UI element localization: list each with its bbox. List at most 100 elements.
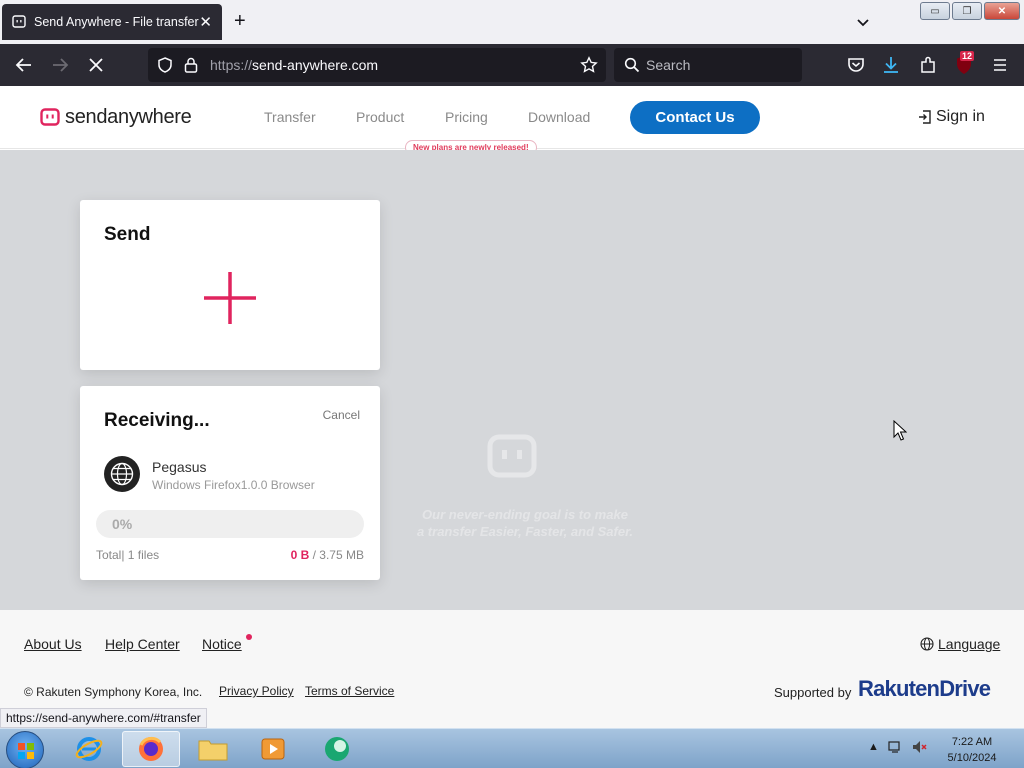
notice-link[interactable]: Notice xyxy=(202,636,242,652)
terms-of-service-link[interactable]: Terms of Service xyxy=(305,684,394,698)
windows-taskbar: ▲ 7:22 AM 5/10/2024 xyxy=(0,728,1024,768)
globe-icon xyxy=(110,462,134,486)
send-card[interactable]: Send xyxy=(80,200,380,370)
slogan-line-1: Our never-ending goal is to make xyxy=(422,507,628,522)
sender-name: Pegasus xyxy=(152,459,207,475)
taskbar-app-green[interactable] xyxy=(308,731,366,767)
link-status-url: https://send-anywhere.com/#transfer xyxy=(0,708,207,728)
taskbar-file-explorer[interactable] xyxy=(184,731,242,767)
logo-send-word: send xyxy=(65,106,108,128)
show-hidden-icons-arrow-icon[interactable]: ▲ xyxy=(868,741,879,753)
bookmark-star-icon[interactable] xyxy=(580,56,598,74)
search-placeholder: Search xyxy=(646,57,691,73)
stop-loading-icon[interactable] xyxy=(85,54,107,76)
url-scheme: https:// xyxy=(210,57,253,73)
folder-icon xyxy=(198,740,228,761)
sign-in-icon xyxy=(919,110,931,124)
progress-percent: 0% xyxy=(112,516,133,532)
taskbar-firefox[interactable] xyxy=(122,731,180,767)
extension-badge: 12 xyxy=(960,51,975,61)
start-button[interactable] xyxy=(6,731,44,768)
search-bar[interactable]: Search xyxy=(614,48,802,82)
mouse-cursor-icon xyxy=(893,420,907,441)
copyright: © Rakuten Symphony Korea, Inc. xyxy=(24,685,203,699)
taskbar-internet-explorer[interactable] xyxy=(60,731,118,767)
browser-tab-active[interactable]: Send Anywhere - File transfer ✕ xyxy=(2,4,222,40)
restore-button[interactable]: ❐ xyxy=(952,2,982,20)
drive-word: Drive xyxy=(939,676,991,701)
lock-icon[interactable] xyxy=(183,56,199,74)
search-icon xyxy=(624,57,640,73)
supported-by-label: Supported by xyxy=(774,685,852,700)
clock-time: 7:22 AM xyxy=(951,736,993,748)
slogan: Our never-ending goal is to make a trans… xyxy=(380,506,670,540)
media-player-icon xyxy=(261,738,285,760)
windows-logo-icon xyxy=(18,743,34,759)
browser-nav-bar: https://send-anywhere.com Search xyxy=(0,44,1024,86)
watermark-logo-icon xyxy=(487,434,537,478)
sender-avatar xyxy=(104,456,140,492)
url-bar[interactable]: https://send-anywhere.com xyxy=(148,48,606,82)
tracking-shield-icon[interactable] xyxy=(156,56,174,74)
new-tab-plus-icon[interactable]: + xyxy=(234,10,246,33)
transfer-area: Send Receiving... Cancel Pegasus Windows… xyxy=(0,150,1024,610)
url-host: send-anywhere.com xyxy=(252,57,379,73)
clock-date: 5/10/2024 xyxy=(947,752,997,764)
send-anywhere-favicon-icon xyxy=(12,15,26,28)
contact-us-button[interactable]: Contact Us xyxy=(630,101,760,134)
logo-anywhere-word: anywhere xyxy=(107,106,192,128)
transfer-size: 0 B / 3.75 MB xyxy=(291,548,364,562)
nav-pricing[interactable]: Pricing xyxy=(445,109,488,125)
language-selector[interactable]: Language xyxy=(920,636,1000,652)
add-file-plus-icon[interactable] xyxy=(202,270,258,326)
internet-explorer-icon xyxy=(75,737,103,761)
rakuten-word: Rakuten xyxy=(858,676,940,701)
taskbar-media-player[interactable] xyxy=(244,731,302,767)
tab-close-icon[interactable]: ✕ xyxy=(199,13,212,31)
nav-download[interactable]: Download xyxy=(528,109,590,125)
help-center-link[interactable]: Help Center xyxy=(105,636,180,652)
rakuten-drive-logo[interactable]: RakutenDrive xyxy=(858,676,991,702)
privacy-policy-link[interactable]: Privacy Policy xyxy=(219,684,294,698)
slogan-line-2: a transfer Easier, Faster, and Safer. xyxy=(416,524,634,539)
taskbar-clock[interactable]: 7:22 AM 5/10/2024 xyxy=(938,734,1006,766)
notice-unread-dot xyxy=(246,634,252,640)
downloads-icon[interactable] xyxy=(880,54,902,76)
firefox-icon xyxy=(139,736,163,761)
total-size: / 3.75 MB xyxy=(309,548,364,562)
total-files: Total| 1 files xyxy=(96,548,160,562)
back-arrow-icon[interactable] xyxy=(13,54,35,76)
system-tray: ▲ xyxy=(868,739,927,755)
volume-muted-icon[interactable] xyxy=(911,739,927,755)
receiving-title: Receiving... xyxy=(104,410,210,431)
browser-tab-bar: Send Anywhere - File transfer ✕ + ▭ ❐ ✕ xyxy=(0,0,1024,44)
app-menu-hamburger-icon[interactable] xyxy=(989,54,1011,76)
sign-in-label: Sign in xyxy=(936,108,985,125)
send-anywhere-logo[interactable]: sendanywhere xyxy=(40,106,192,129)
receiving-card: Receiving... Cancel Pegasus Windows Fire… xyxy=(80,386,380,580)
sender-device: Windows Firefox1.0.0 Browser xyxy=(152,478,315,492)
green-app-icon xyxy=(325,737,349,761)
cancel-button[interactable]: Cancel xyxy=(323,408,360,422)
nav-transfer[interactable]: Transfer xyxy=(264,109,316,125)
logo-mark-icon xyxy=(40,107,60,126)
send-title: Send xyxy=(104,224,151,245)
sign-in-link[interactable]: Sign in xyxy=(918,108,985,126)
received-bytes: 0 B xyxy=(290,548,310,562)
minimize-button[interactable]: ▭ xyxy=(920,2,950,20)
globe-icon xyxy=(920,637,934,651)
tab-title: Send Anywhere - File transfer xyxy=(34,15,199,29)
forward-arrow-icon[interactable] xyxy=(49,54,71,76)
logo-text: sendanywhere xyxy=(65,106,192,129)
about-us-link[interactable]: About Us xyxy=(24,636,82,652)
close-window-button[interactable]: ✕ xyxy=(984,2,1020,20)
nav-product[interactable]: Product xyxy=(356,109,404,125)
extensions-puzzle-icon[interactable] xyxy=(917,54,939,76)
pocket-icon[interactable] xyxy=(845,54,867,76)
language-label: Language xyxy=(938,636,1001,652)
network-icon[interactable] xyxy=(887,739,903,755)
list-all-tabs-chevron-icon[interactable] xyxy=(855,14,871,30)
window-controls: ▭ ❐ ✕ xyxy=(920,2,1020,20)
transfer-progress-bar: 0% xyxy=(96,510,364,538)
url-text[interactable]: https://send-anywhere.com xyxy=(210,57,378,73)
